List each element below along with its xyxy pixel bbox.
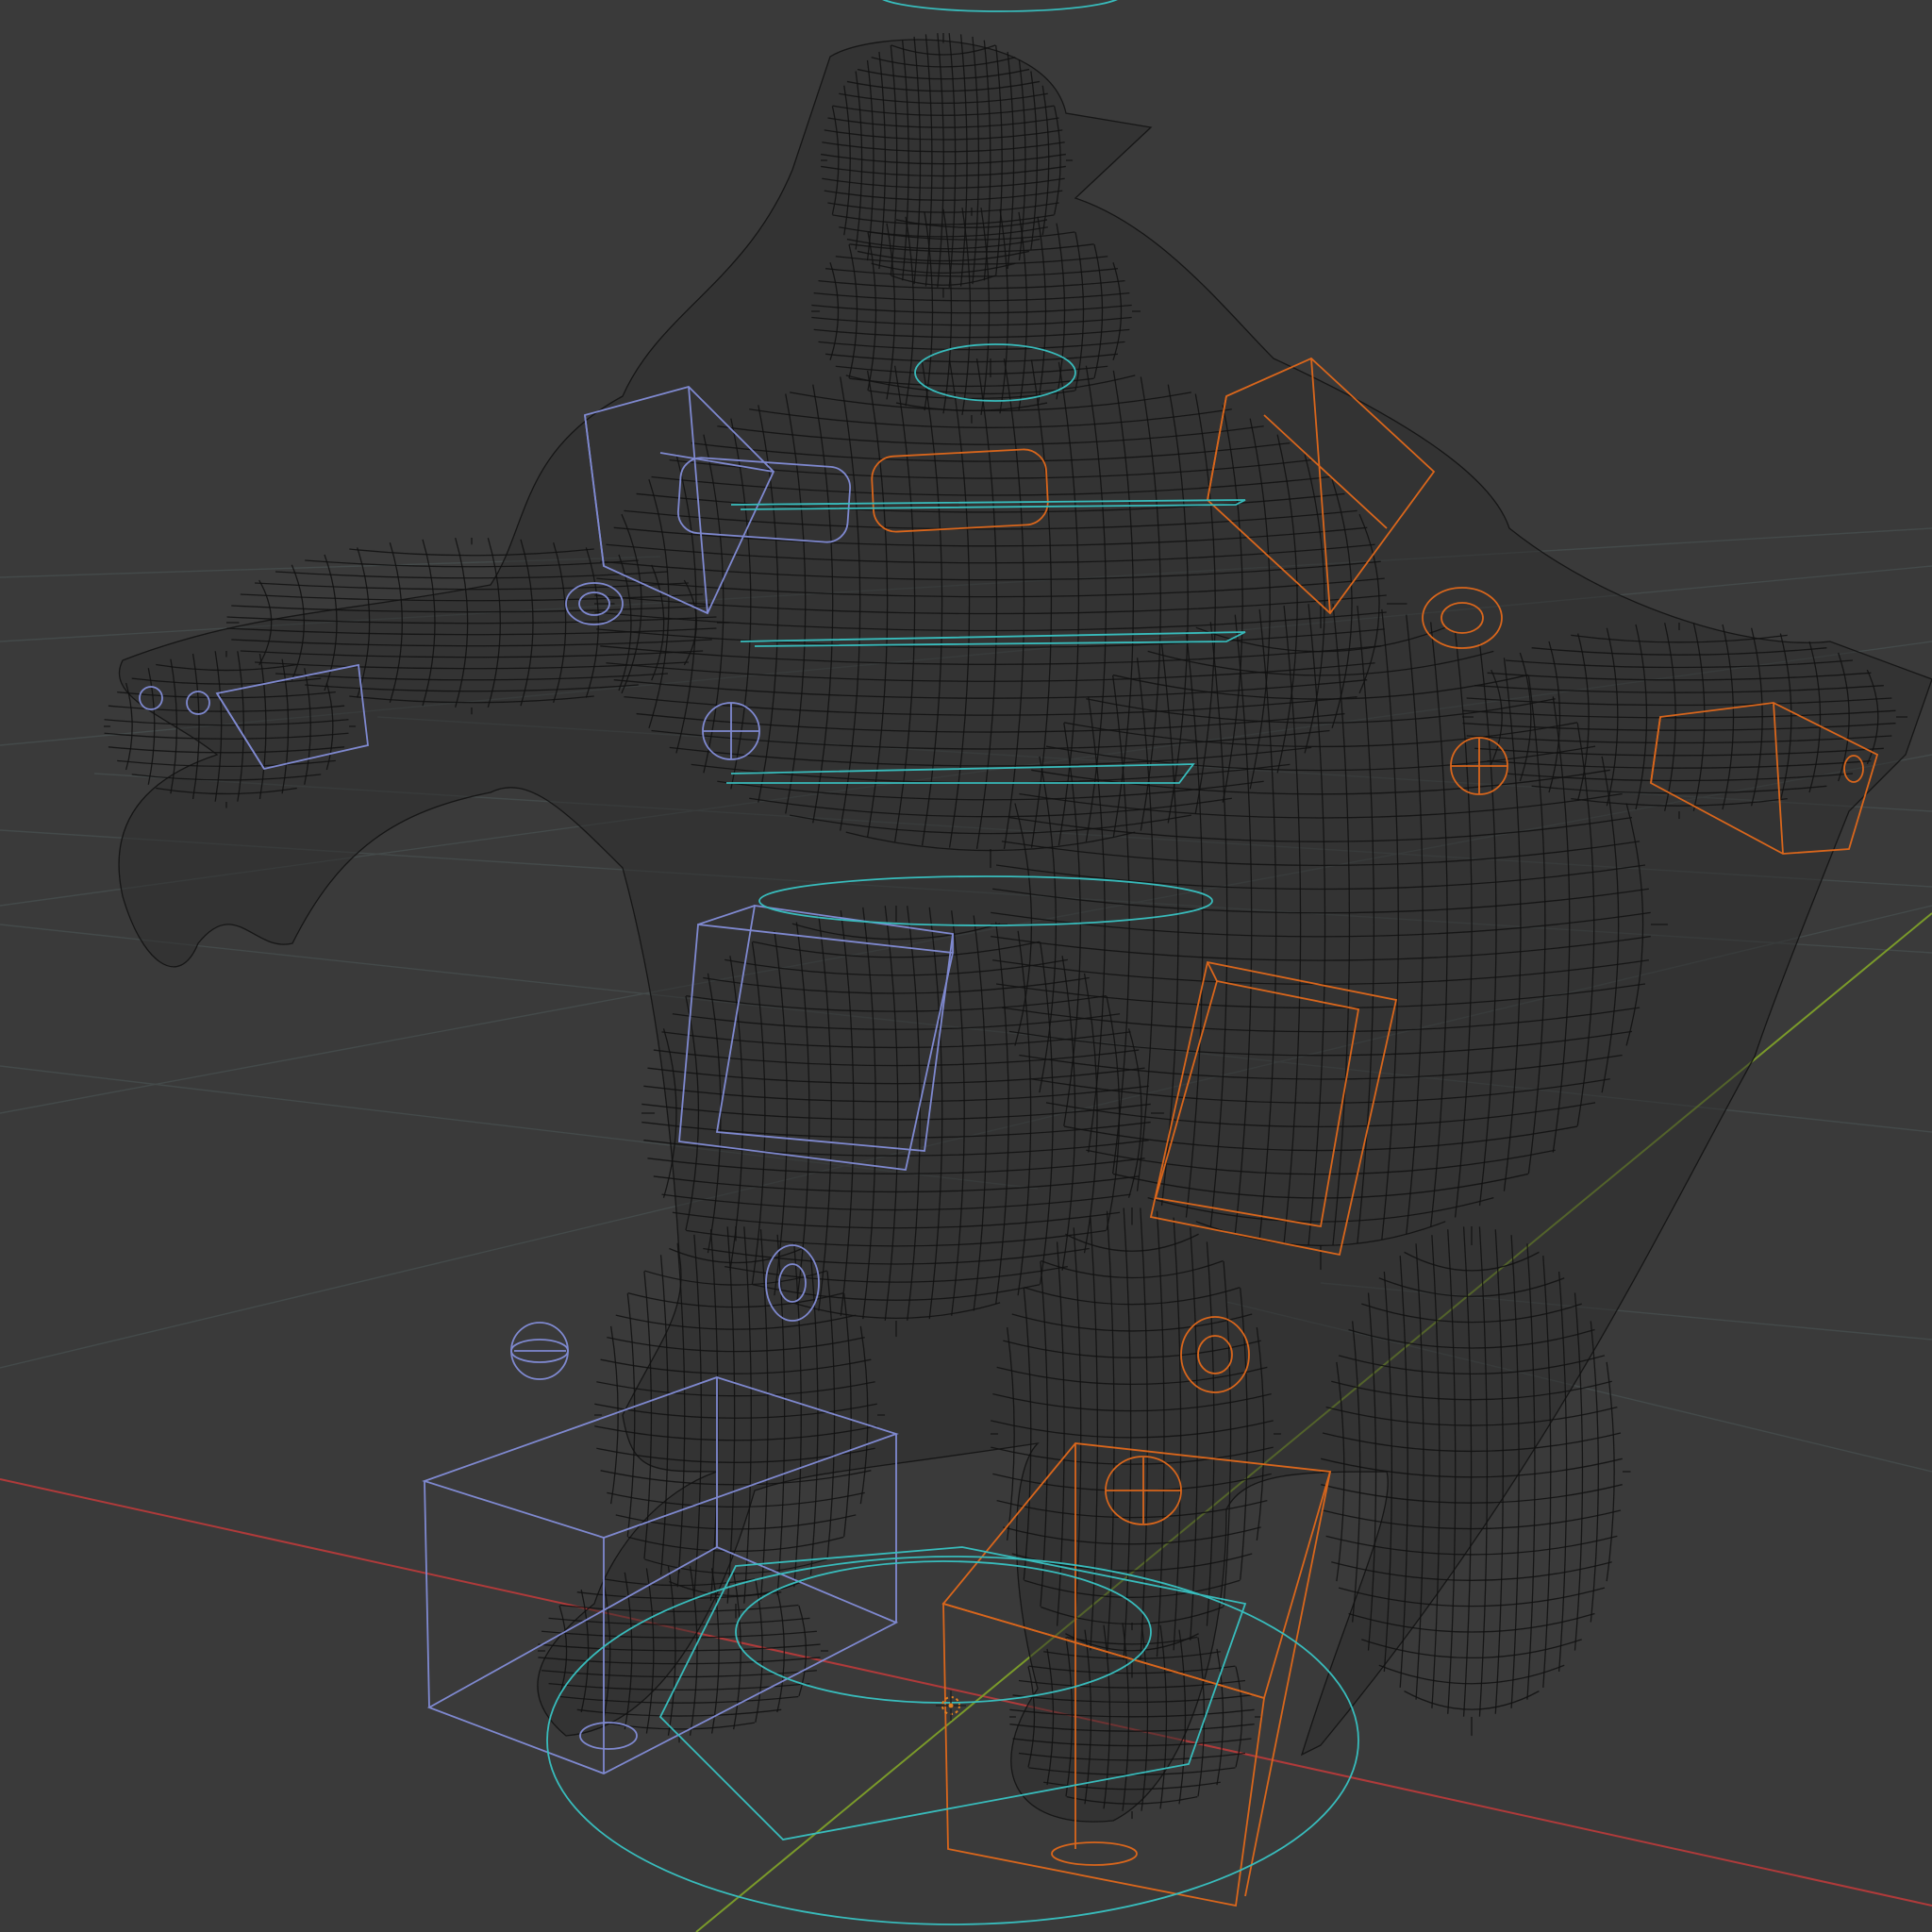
mesh-edge [1404, 1690, 1540, 1710]
3d-cursor-icon[interactable] [936, 1690, 966, 1721]
3d-viewport[interactable] [0, 0, 1932, 1932]
ctl-knee-pole-right[interactable] [1105, 1456, 1182, 1525]
scene-canvas[interactable] [0, 0, 1932, 1932]
ctl-wrist-pole-right[interactable] [1450, 737, 1508, 795]
character-wireframe-mesh[interactable] [104, 32, 1932, 1823]
ctl-head[interactable] [877, 0, 1123, 12]
x-axis-line [0, 1478, 1932, 1907]
ctl-knee-pole-left[interactable] [510, 1322, 569, 1380]
mesh-edge [1378, 1664, 1565, 1685]
ctl-wrist-pole-left[interactable] [702, 702, 760, 760]
mesh-edge [1590, 1321, 1599, 1623]
